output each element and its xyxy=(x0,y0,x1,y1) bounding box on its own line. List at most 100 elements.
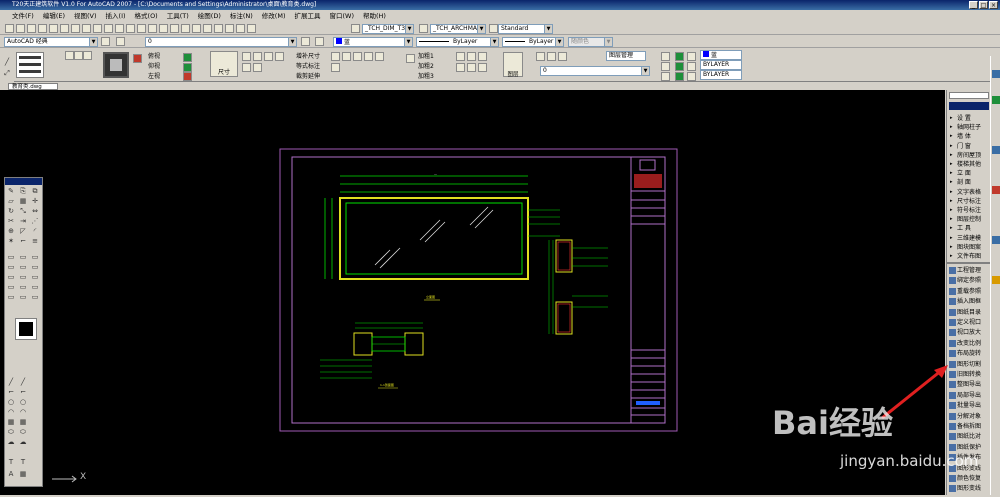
layer-select[interactable]: 0 ▼ xyxy=(145,37,297,47)
properties-icon[interactable] xyxy=(181,24,190,33)
menu-category-item[interactable]: ▸ 房间屋顶 xyxy=(949,151,991,161)
green-nav-icon[interactable] xyxy=(183,53,192,62)
construction-line-icon[interactable]: ⤢ xyxy=(3,69,11,77)
front-view-icon[interactable] xyxy=(74,51,83,60)
undo-icon[interactable] xyxy=(115,24,124,33)
edit-4-icon[interactable] xyxy=(364,52,373,61)
markup-icon[interactable] xyxy=(225,24,234,33)
prop-3-icon[interactable] xyxy=(687,52,696,61)
menu-command-item[interactable]: 工程管理 xyxy=(949,266,991,276)
ellipse-tool-icon[interactable]: ⬭ xyxy=(7,428,15,436)
menu-header[interactable] xyxy=(949,102,989,110)
table-style-select[interactable]: Standard ▼ xyxy=(498,24,553,34)
menu-command-item[interactable]: 颜色恢复 xyxy=(949,474,991,484)
textstyle-icon[interactable] xyxy=(419,24,428,33)
layer-tool-4-icon[interactable] xyxy=(456,63,465,72)
print-icon[interactable] xyxy=(38,24,47,33)
bold-icon[interactable] xyxy=(406,54,415,63)
menu-category-item[interactable]: ▸ 符号标注 xyxy=(949,206,991,216)
rect-draw-6-icon[interactable]: ▭ xyxy=(31,263,39,271)
rect-draw-13-icon[interactable]: ▭ xyxy=(7,293,15,301)
rect-draw-3-icon[interactable]: ▭ xyxy=(31,253,39,261)
tablestyle-icon[interactable] xyxy=(489,24,498,33)
stretch-icon[interactable]: ⇔ xyxy=(31,207,39,215)
green-nav-icon-2[interactable] xyxy=(183,63,192,72)
layer-state-1-icon[interactable] xyxy=(536,52,545,61)
explode-icon[interactable]: ✶ xyxy=(7,237,15,245)
menu-command-item[interactable]: 改变比例 xyxy=(949,339,991,349)
pedit-icon[interactable]: ⌐ xyxy=(19,237,27,245)
menu-command-item[interactable]: 布局旋转 xyxy=(949,349,991,359)
workspace-settings-icon[interactable] xyxy=(101,37,110,46)
bylayer-select-1[interactable]: BYLAYER xyxy=(700,60,742,70)
menu-help[interactable]: 帮助(H) xyxy=(363,11,386,22)
hatch-tool-icon[interactable]: ▦ xyxy=(7,418,15,426)
top-view-icon[interactable] xyxy=(83,51,92,60)
rect-draw-icon[interactable]: ▭ xyxy=(7,253,15,261)
iso-view-icon[interactable] xyxy=(65,51,74,60)
line-tool-icon[interactable]: ╱ xyxy=(7,378,15,386)
menu-command-item[interactable]: 旧图转换 xyxy=(949,370,991,380)
layer-previous-icon[interactable] xyxy=(315,37,324,46)
prop-6-icon[interactable] xyxy=(687,62,696,71)
cloud-tool-icon[interactable]: ☁ xyxy=(7,438,15,446)
copy-object-icon[interactable]: ⎘ xyxy=(19,187,27,195)
offset-icon[interactable]: ▱ xyxy=(7,197,15,205)
new-icon[interactable] xyxy=(5,24,14,33)
mtext-tool-icon[interactable]: A xyxy=(7,470,15,478)
menu-command-item[interactable]: 图形切割 xyxy=(949,360,991,370)
layer-state-3-icon[interactable] xyxy=(558,52,567,61)
edit-5-icon[interactable] xyxy=(375,52,384,61)
calculator-icon[interactable] xyxy=(236,24,245,33)
menu-category-item[interactable]: ▸ 工 具 xyxy=(949,224,991,234)
zoom-realtime-icon[interactable] xyxy=(148,24,157,33)
layer-zero-select[interactable]: 0 ▼ xyxy=(540,66,650,76)
text-tool-icon[interactable]: T xyxy=(7,458,15,466)
menu-command-item[interactable]: 备档拆图 xyxy=(949,422,991,432)
bylayer-select-2[interactable]: BYLAYER xyxy=(700,70,742,80)
mline-icon[interactable]: ≡ xyxy=(31,237,39,245)
view-bottom-button[interactable]: 仰视 xyxy=(148,61,160,70)
table-tool-icon[interactable]: ▦ xyxy=(19,470,27,478)
menu-category-item[interactable]: ▸ 轴网柱子 xyxy=(949,123,991,133)
dock-icon-6[interactable] xyxy=(992,276,1000,284)
close-button[interactable]: × xyxy=(989,1,998,9)
edit-6-icon[interactable] xyxy=(331,63,340,72)
menu-command-item[interactable]: 分解对象 xyxy=(949,412,991,422)
menu-express[interactable]: 扩展工具 xyxy=(294,11,320,22)
menu-category-item[interactable]: ▸ 剖 面 xyxy=(949,178,991,188)
menu-category-item[interactable]: ▸ 文字表格 xyxy=(949,188,991,198)
red-nav-icon[interactable] xyxy=(183,72,192,81)
scale-icon[interactable]: ⤡ xyxy=(19,207,27,215)
rect-draw-12-icon[interactable]: ▭ xyxy=(31,283,39,291)
dock-icon-3[interactable] xyxy=(992,146,1000,154)
linetype-select[interactable]: ByLayer ▼ xyxy=(416,37,499,47)
zoom-window-icon[interactable] xyxy=(159,24,168,33)
menu-command-item[interactable]: 图纸目录 xyxy=(949,308,991,318)
menu-category-item[interactable]: ▸ 尺寸标注 xyxy=(949,197,991,207)
copy-icon[interactable] xyxy=(82,24,91,33)
preview-icon[interactable] xyxy=(49,24,58,33)
bold2-button[interactable]: 加粗2 xyxy=(418,61,434,70)
menu-category-item[interactable]: ▸ 立 面 xyxy=(949,169,991,179)
rect-draw-14-icon[interactable]: ▭ xyxy=(19,293,27,301)
rect-draw-11-icon[interactable]: ▭ xyxy=(19,283,27,291)
dim-style-select[interactable]: _TCH_DIM_T3 ▼ xyxy=(362,24,414,34)
menu-category-item[interactable]: ▸ 图层控制 xyxy=(949,215,991,225)
menu-category-item[interactable]: ▸ 门 窗 xyxy=(949,142,991,152)
rect-draw-10-icon[interactable]: ▭ xyxy=(7,283,15,291)
redo-icon[interactable] xyxy=(126,24,135,33)
dim-aligned-icon[interactable] xyxy=(253,52,262,61)
menu-tools[interactable]: 工具(T) xyxy=(167,11,189,22)
extend-icon[interactable]: ⇥ xyxy=(19,217,27,225)
dock-icon-5[interactable] xyxy=(992,236,1000,244)
dim-diameter-icon[interactable] xyxy=(242,63,251,72)
hatch-tool-2-icon[interactable]: ▦ xyxy=(19,418,27,426)
chamfer-icon[interactable]: ◸ xyxy=(19,227,27,235)
trim-extend-button[interactable]: 裁剪延伸 xyxy=(296,71,320,80)
fillet-icon[interactable]: ◜ xyxy=(31,227,39,235)
menu-category-item[interactable]: ▸ 墙 体 xyxy=(949,132,991,142)
array-icon[interactable]: ▦ xyxy=(19,197,27,205)
edit-3-icon[interactable] xyxy=(353,52,362,61)
menu-insert[interactable]: 插入(I) xyxy=(106,11,126,22)
